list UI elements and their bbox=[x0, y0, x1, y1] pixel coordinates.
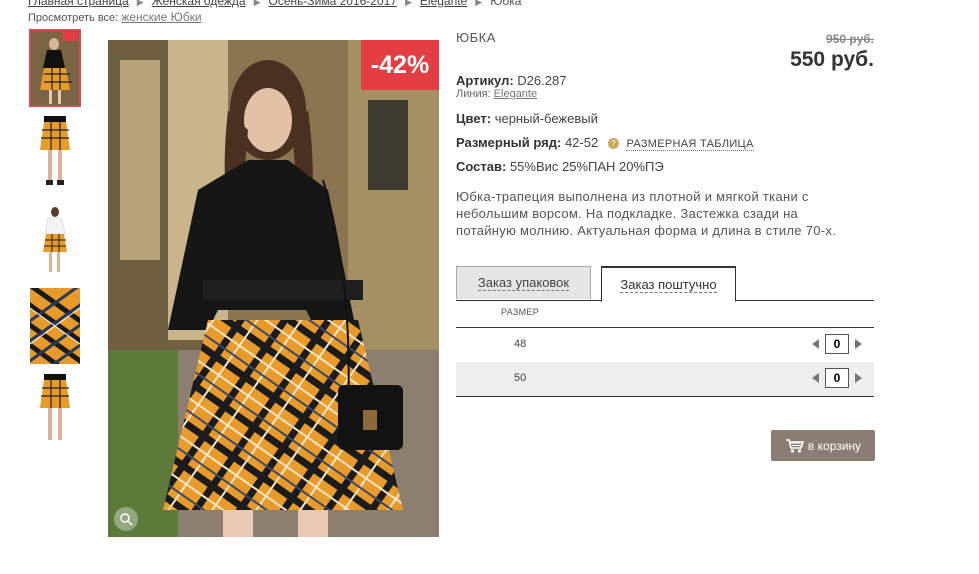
color-row: Цвет: черный-бежевый bbox=[456, 111, 876, 126]
article-row: Артикул: D26.287 bbox=[456, 73, 876, 88]
table-row: 48 bbox=[456, 327, 874, 363]
view-all-label: Просмотреть все: bbox=[28, 12, 119, 24]
thumbnail-2[interactable] bbox=[30, 116, 80, 192]
zoom-icon[interactable] bbox=[114, 507, 138, 531]
cart-icon bbox=[785, 438, 805, 453]
view-all: Просмотреть все: женские Юбки bbox=[28, 10, 202, 24]
composition-row: Состав: 55%Вис 25%ПАН 20%ПЭ bbox=[456, 159, 876, 174]
decrease-arrow-icon[interactable] bbox=[812, 373, 819, 383]
thumbnail-3[interactable] bbox=[30, 202, 80, 278]
old-price: 950 руб. bbox=[826, 32, 874, 46]
composition-value: 55%Вис 25%ПАН 20%ПЭ bbox=[509, 159, 664, 174]
discount-badge: -42% bbox=[361, 40, 439, 90]
view-all-link[interactable]: женские Юбки bbox=[121, 10, 201, 24]
composition-label: Состав: bbox=[456, 159, 507, 174]
decrease-arrow-icon[interactable] bbox=[812, 339, 819, 349]
article-value: D26.287 bbox=[517, 73, 567, 88]
tab-package-order-label: Заказ упаковок bbox=[477, 275, 570, 291]
table-row: 50 bbox=[456, 362, 874, 397]
breadcrumb-season[interactable]: Осень-Зима 2016-2017 bbox=[269, 0, 397, 8]
breadcrumb-women[interactable]: Женская одежда bbox=[152, 0, 246, 8]
breadcrumb-separator: ▶ bbox=[475, 0, 483, 7]
thumbnail-5[interactable] bbox=[30, 374, 80, 450]
product-title: ЮБКА bbox=[456, 30, 496, 45]
tab-package-order[interactable]: Заказ упаковок bbox=[456, 266, 591, 299]
breadcrumb-home[interactable]: Главная страница bbox=[28, 0, 129, 8]
add-to-cart-button[interactable]: в корзину bbox=[771, 430, 875, 461]
size-range-value: 42-52 bbox=[564, 135, 599, 150]
quantity-input[interactable] bbox=[825, 368, 849, 388]
line-link[interactable]: Elegante bbox=[494, 88, 537, 100]
add-to-cart-label: в корзину bbox=[807, 438, 862, 453]
product-main-photo[interactable]: -42% bbox=[108, 40, 439, 537]
product-description: Юбка-трапеция выполнена из плотной и мяг… bbox=[456, 189, 837, 238]
product-photo-image bbox=[108, 40, 439, 537]
quantity-input[interactable] bbox=[825, 334, 849, 354]
color-label: Цвет: bbox=[456, 111, 492, 126]
breadcrumb-separator: ▶ bbox=[253, 0, 261, 7]
tab-piece-order-label: Заказ поштучно bbox=[620, 276, 717, 293]
new-price: 550 руб. bbox=[790, 48, 874, 71]
size-table-link[interactable]: РАЗМЕРНАЯ ТАБЛИЦА bbox=[626, 138, 754, 151]
thumbnail-4[interactable] bbox=[30, 288, 80, 364]
size-column-header: РАЗМЕР bbox=[501, 307, 540, 317]
size-value: 50 bbox=[514, 372, 527, 384]
line-label: Линия: bbox=[456, 88, 491, 100]
line-row: Линия: Elegante bbox=[456, 88, 876, 100]
breadcrumb-separator: ▶ bbox=[404, 0, 412, 7]
increase-arrow-icon[interactable] bbox=[855, 373, 862, 383]
question-icon: ? bbox=[607, 138, 619, 150]
quantity-stepper bbox=[812, 368, 862, 388]
article-label: Артикул: bbox=[456, 73, 514, 88]
breadcrumb: Главная страница ▶ Женская одежда ▶ Осень-Зи… bbox=[28, 0, 521, 8]
thumbnail-1[interactable] bbox=[29, 29, 81, 107]
order-tabs: Заказ упаковок Заказ поштучно bbox=[456, 266, 874, 302]
product-info: ЮБКА 950 руб. 550 руб. Артикул: D26.287 … bbox=[456, 30, 876, 239]
quantity-stepper bbox=[812, 334, 862, 354]
tab-piece-order[interactable]: Заказ поштучно bbox=[601, 266, 736, 302]
color-value: черный-бежевый bbox=[494, 111, 598, 126]
size-value: 48 bbox=[514, 338, 527, 350]
increase-arrow-icon[interactable] bbox=[855, 339, 862, 349]
breadcrumb-line[interactable]: Elegante bbox=[420, 0, 467, 8]
thumbnail-list bbox=[29, 29, 82, 460]
size-range-label: Размерный ряд: bbox=[456, 135, 562, 150]
breadcrumb-separator: ▶ bbox=[136, 0, 144, 7]
size-range-row: Размерный ряд: 42-52 ? РАЗМЕРНАЯ ТАБЛИЦА bbox=[456, 135, 876, 151]
breadcrumb-current: Юбка bbox=[490, 0, 522, 8]
